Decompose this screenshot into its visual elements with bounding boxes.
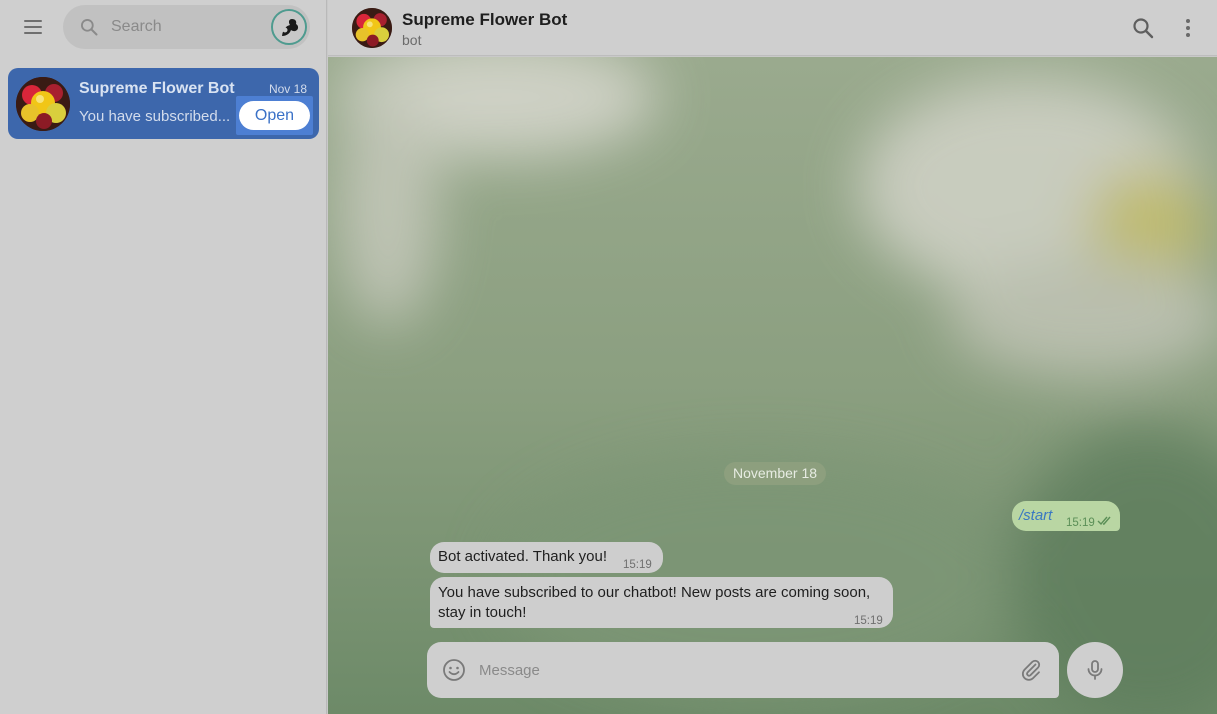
microphone-button[interactable] [1067,642,1123,698]
message-bubble-incoming[interactable]: You have subscribed to our chatbot! New … [430,577,893,628]
chat-list-item[interactable]: Supreme Flower Bot Nov 18 You have subsc… [8,68,319,139]
chat-title[interactable]: Supreme Flower Bot [402,10,567,30]
message-composer [427,642,1059,698]
search-icon[interactable] [1131,16,1155,40]
chat-name: Supreme Flower Bot [79,80,235,97]
search-input[interactable] [111,16,261,38]
search-box[interactable] [63,5,310,49]
chat-status: bot [402,32,422,48]
message-text[interactable]: /start [1019,506,1052,526]
message-bubble-incoming[interactable]: Bot activated. Thank you! 15:19 [430,542,663,573]
chat-area: November 18 /start 15:19 Bot activated. … [328,57,1217,714]
sidebar: Supreme Flower Bot Nov 18 You have subsc… [0,0,327,714]
menu-icon[interactable] [17,13,49,41]
message-bubble-outgoing[interactable]: /start 15:19 [1012,501,1120,531]
chat-date: Nov 18 [268,82,307,96]
avatar-icon[interactable] [271,9,307,45]
chat-preview: You have subscribed... [79,108,231,125]
open-button[interactable]: Open [239,101,310,130]
message-text: Bot activated. Thank you! [438,548,607,565]
message-text: You have subscribed to our chatbot! New … [438,584,871,621]
more-vertical-icon[interactable] [1180,16,1196,40]
message-time: 15:19 [623,559,652,571]
chat-avatar [16,77,70,131]
search-icon [81,19,98,36]
message-time: 15:19 [1066,517,1095,529]
header-avatar[interactable] [352,8,392,48]
chat-header: Supreme Flower Bot bot [328,0,1217,56]
double-check-icon [1097,516,1111,526]
message-time: 15:19 [854,615,883,627]
date-separator: November 18 [724,462,827,485]
microphone-icon [1087,660,1103,680]
message-input[interactable] [479,659,959,681]
paperclip-icon[interactable] [1019,658,1043,682]
emoji-icon[interactable] [442,658,466,682]
